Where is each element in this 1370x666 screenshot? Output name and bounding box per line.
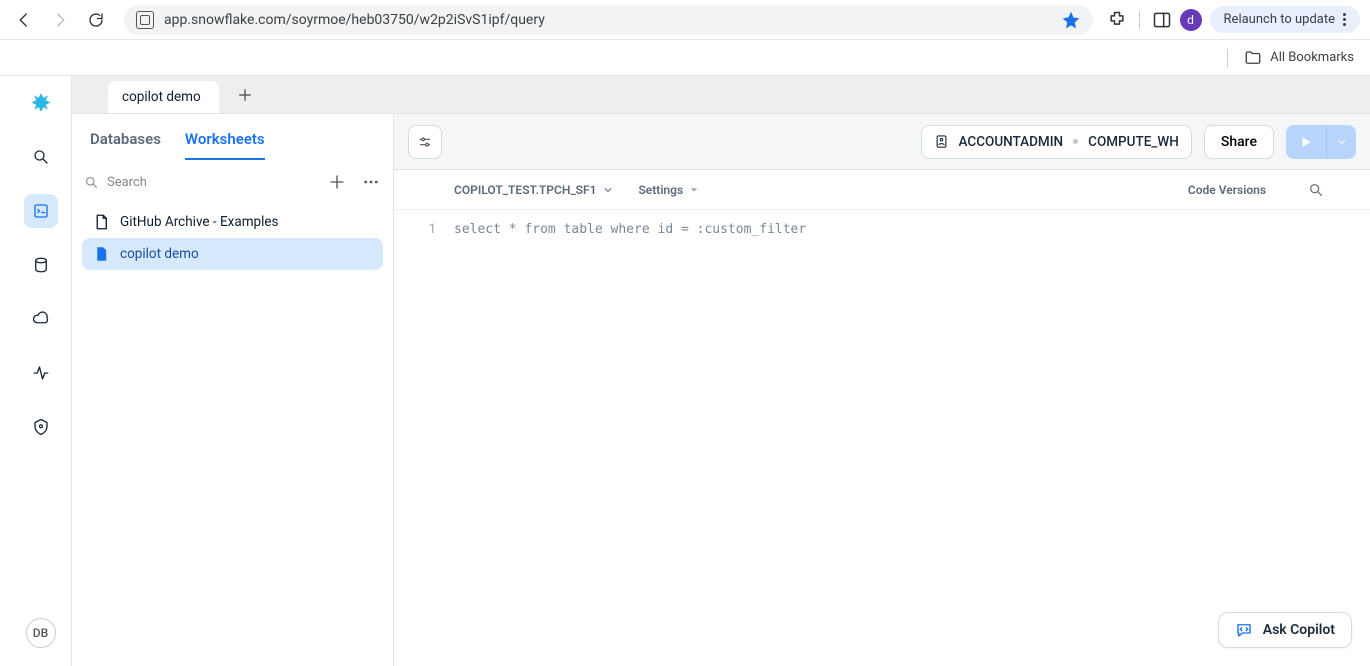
settings-dropdown[interactable]: Settings bbox=[638, 183, 699, 197]
code-content: select * from table where id = :custom_f… bbox=[454, 210, 1370, 666]
tab-copilot-demo[interactable]: copilot demo bbox=[108, 81, 219, 113]
search-input[interactable]: Search bbox=[82, 171, 315, 194]
profile-avatar[interactable]: d bbox=[1180, 9, 1202, 31]
url-text: app.snowflake.com/soyrmoe/heb03750/w2p2i… bbox=[164, 12, 545, 28]
bookmark-star-icon[interactable] bbox=[1061, 10, 1081, 30]
bookmarks-bar: All Bookmarks bbox=[0, 40, 1370, 76]
rail-activity-icon[interactable] bbox=[24, 356, 58, 390]
find-in-code-button[interactable] bbox=[1308, 182, 1324, 198]
worksheet-label: GitHub Archive - Examples bbox=[120, 214, 279, 230]
nav-rail: DB bbox=[10, 76, 72, 666]
extensions-icon[interactable] bbox=[1107, 10, 1127, 30]
side-panel-tabs: Databases Worksheets bbox=[72, 114, 393, 160]
document-icon bbox=[92, 245, 110, 263]
schema-selector[interactable]: COPILOT_TEST.TPCH_SF1 bbox=[454, 183, 614, 197]
role-icon bbox=[934, 134, 949, 149]
app-container: DB copilot demo Databases Worksheets bbox=[10, 76, 1370, 666]
line-number: 1 bbox=[394, 222, 436, 237]
tab-label: copilot demo bbox=[122, 89, 201, 105]
editor-toolbar: ACCOUNTADMIN COMPUTE_WH Share bbox=[394, 114, 1370, 170]
back-button[interactable] bbox=[10, 6, 38, 34]
separator-dot-icon bbox=[1073, 139, 1078, 144]
editor-area: ACCOUNTADMIN COMPUTE_WH Share bbox=[394, 114, 1370, 666]
side-panel-search-row: Search bbox=[72, 160, 393, 204]
role-warehouse-button[interactable]: ACCOUNTADMIN COMPUTE_WH bbox=[921, 125, 1192, 159]
snowflake-logo[interactable] bbox=[27, 92, 55, 120]
reload-button[interactable] bbox=[82, 6, 110, 34]
chrome-menu-icon[interactable] bbox=[1343, 13, 1346, 26]
code-editor[interactable]: 1 select * from table where id = :custom… bbox=[394, 210, 1370, 666]
chevron-down-icon bbox=[602, 184, 614, 196]
address-bar[interactable]: app.snowflake.com/soyrmoe/heb03750/w2p2i… bbox=[124, 5, 1093, 35]
all-bookmarks-label[interactable]: All Bookmarks bbox=[1270, 50, 1354, 65]
list-item[interactable]: GitHub Archive - Examples bbox=[82, 206, 383, 238]
body: Databases Worksheets Search bbox=[72, 114, 1370, 666]
worksheet-tabstrip: copilot demo bbox=[72, 76, 1370, 114]
worksheet-label: copilot demo bbox=[120, 246, 199, 262]
list-item[interactable]: copilot demo bbox=[82, 238, 383, 270]
rail-admin-icon[interactable] bbox=[24, 410, 58, 444]
content-area: copilot demo Databases Worksheets bbox=[72, 76, 1370, 666]
share-button[interactable]: Share bbox=[1204, 125, 1274, 159]
rail-data-icon[interactable] bbox=[24, 248, 58, 282]
relaunch-button[interactable]: Relaunch to update bbox=[1210, 6, 1360, 33]
filter-button[interactable] bbox=[408, 125, 442, 159]
more-actions-button[interactable] bbox=[359, 170, 383, 194]
role-label: ACCOUNTADMIN bbox=[959, 134, 1064, 150]
chevron-down-icon bbox=[1336, 136, 1348, 148]
settings-label: Settings bbox=[638, 183, 683, 197]
browser-chrome: app.snowflake.com/soyrmoe/heb03750/w2p2i… bbox=[0, 0, 1370, 40]
run-dropdown-button[interactable] bbox=[1326, 125, 1356, 159]
caret-down-icon bbox=[689, 185, 699, 195]
ask-copilot-button[interactable]: Ask Copilot bbox=[1218, 612, 1352, 648]
relaunch-label: Relaunch to update bbox=[1224, 12, 1335, 27]
rail-worksheets-icon[interactable] bbox=[24, 194, 58, 228]
search-placeholder: Search bbox=[107, 175, 147, 190]
site-info-icon[interactable] bbox=[136, 11, 154, 29]
code-versions-button[interactable]: Code Versions bbox=[1188, 183, 1266, 197]
tab-databases[interactable]: Databases bbox=[90, 130, 161, 160]
separator bbox=[1139, 11, 1140, 29]
side-panel-icon[interactable] bbox=[1152, 10, 1172, 30]
side-panel: Databases Worksheets Search bbox=[72, 114, 394, 666]
worksheet-list: GitHub Archive - Examples copilot demo bbox=[72, 204, 393, 272]
forward-button[interactable] bbox=[46, 6, 74, 34]
rail-search-icon[interactable] bbox=[24, 140, 58, 174]
separator bbox=[1227, 49, 1228, 67]
user-avatar[interactable]: DB bbox=[26, 618, 56, 648]
tab-worksheets[interactable]: Worksheets bbox=[185, 130, 265, 160]
folder-icon bbox=[1244, 49, 1262, 67]
document-icon bbox=[92, 213, 110, 231]
ask-copilot-label: Ask Copilot bbox=[1263, 622, 1335, 638]
warehouse-label: COMPUTE_WH bbox=[1088, 134, 1179, 150]
add-worksheet-button[interactable] bbox=[325, 170, 349, 194]
context-bar: COPILOT_TEST.TPCH_SF1 Settings Code Vers… bbox=[394, 170, 1370, 210]
schema-label: COPILOT_TEST.TPCH_SF1 bbox=[454, 183, 596, 197]
run-button-group bbox=[1286, 125, 1356, 159]
rail-cloud-icon[interactable] bbox=[24, 302, 58, 336]
chat-icon bbox=[1235, 621, 1253, 639]
run-button[interactable] bbox=[1286, 125, 1326, 159]
play-icon bbox=[1299, 135, 1313, 149]
line-gutter: 1 bbox=[394, 210, 454, 666]
new-tab-button[interactable] bbox=[229, 79, 261, 111]
